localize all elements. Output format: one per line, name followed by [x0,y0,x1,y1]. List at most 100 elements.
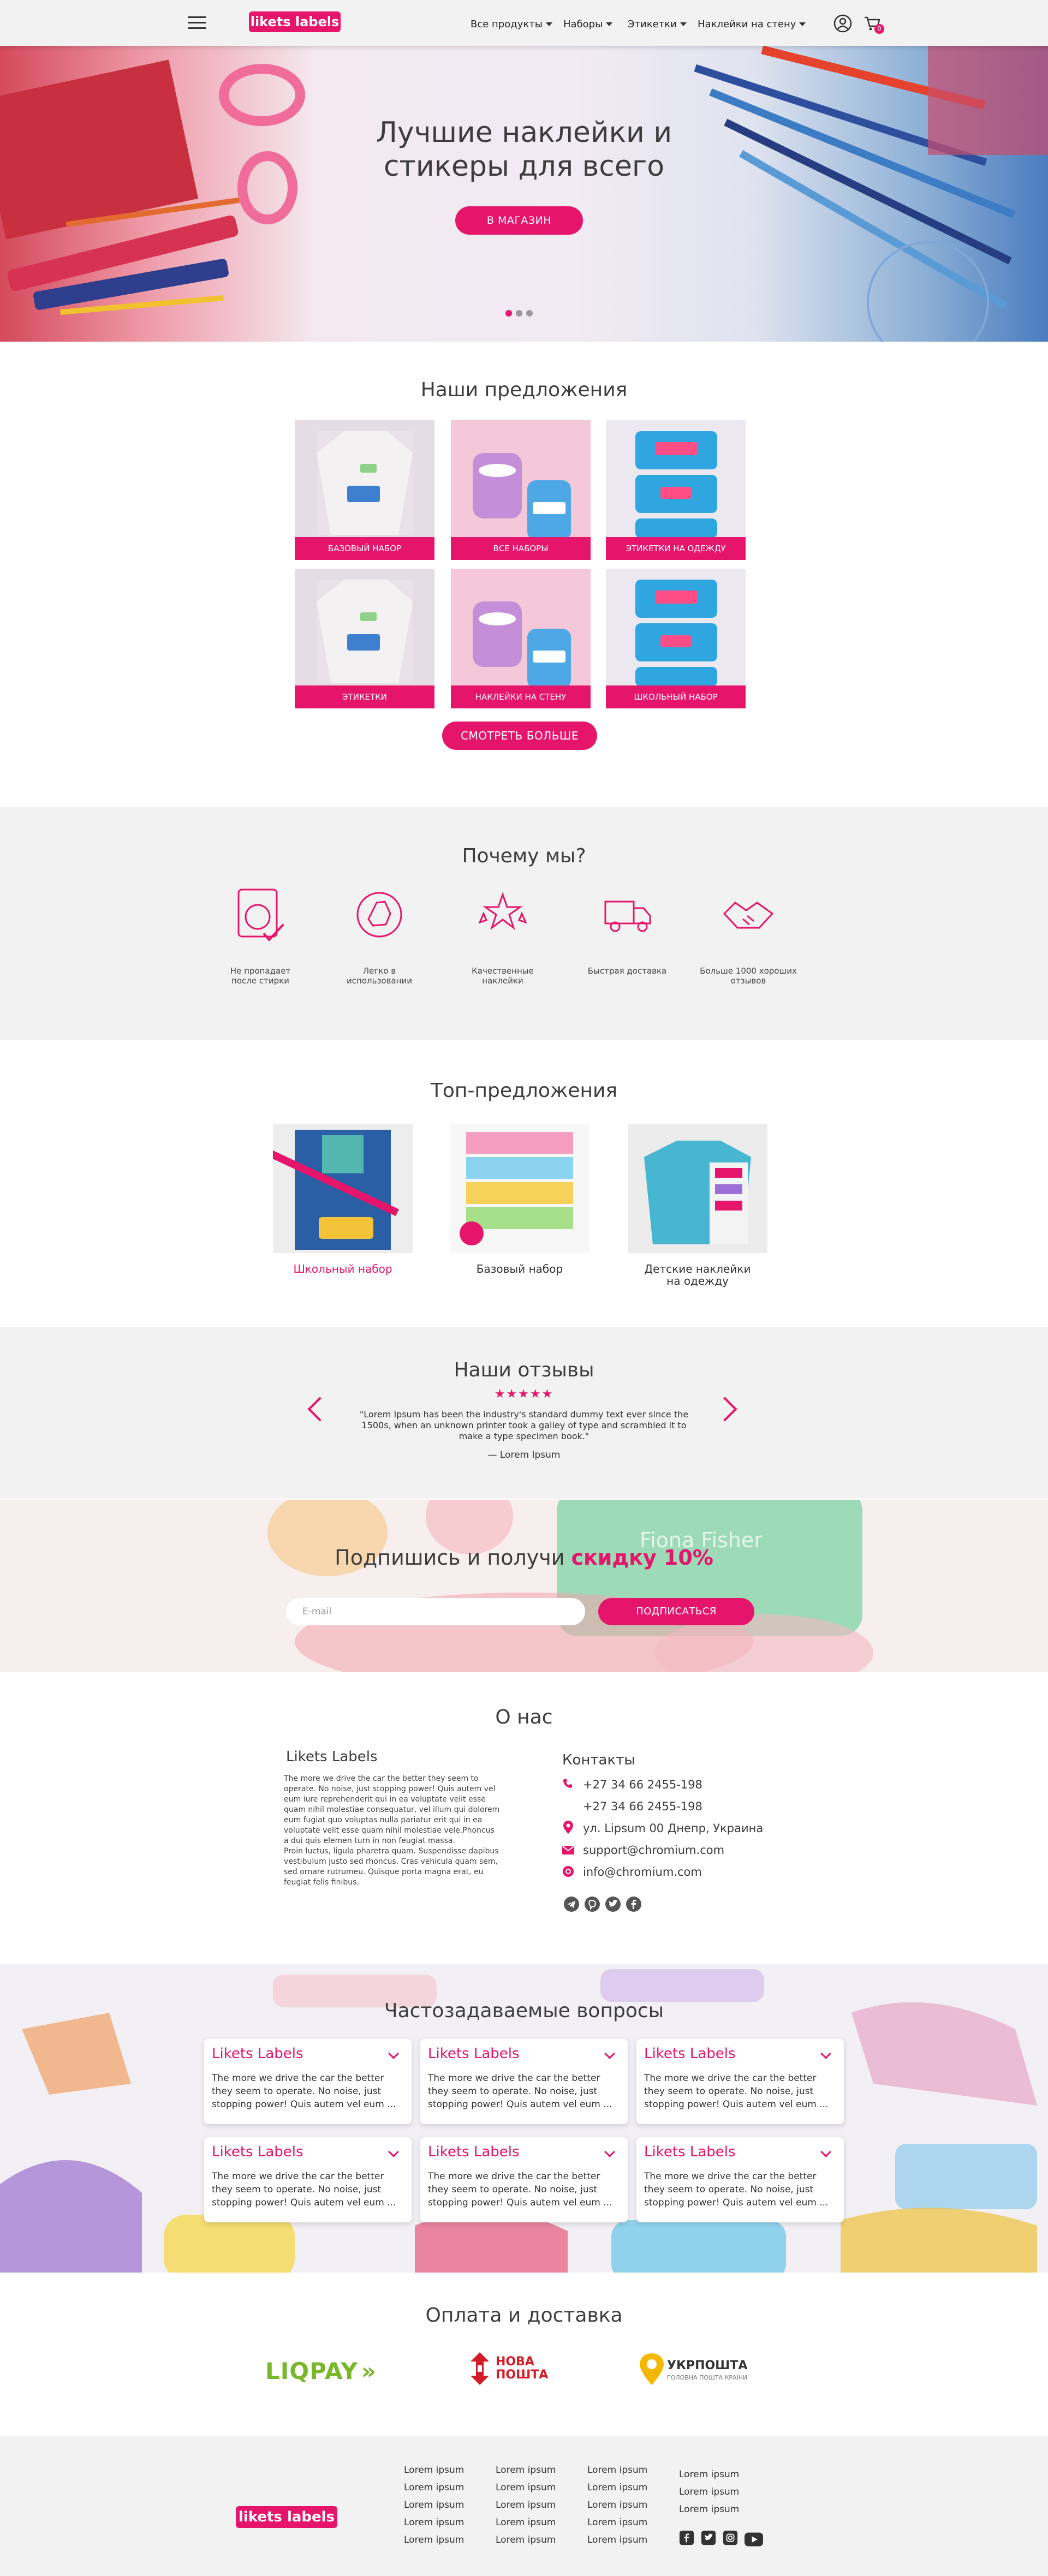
footer-link[interactable]: Lorem ipsum [496,2479,556,2496]
faq-answer-line: stopping power! Quis autem vel eum ... [428,2099,612,2110]
footer-link[interactable]: Lorem ipsum [404,2496,464,2514]
chevron-down-icon[interactable] [820,2048,831,2059]
faq-answer-line: The more we drive the car the better [644,2073,817,2084]
nav-wall-stickers[interactable]: Наклейки на стену [698,19,806,30]
footer-link[interactable]: Lorem ipsum [496,2461,556,2479]
footer-link[interactable]: Lorem ipsum [496,2496,556,2514]
faq-card[interactable]: Likets Labels The more we drive the car t… [636,2039,844,2124]
offer-card[interactable]: ЭТИКЕТКИ НА ОДЕЖДУ [606,420,746,560]
nav-sets[interactable]: Наборы [563,19,613,30]
footer-logo[interactable]: likets labels [236,2506,337,2528]
support-email[interactable]: support@chromium.com [583,1844,724,1857]
chevron-down-icon[interactable] [604,2146,615,2157]
footer-link[interactable]: Lorem ipsum [404,2479,464,2496]
nova-poshta-logo-icon [467,2352,492,2387]
footer-link[interactable]: Lorem ipsum [496,2514,556,2531]
faq-answer-line: they seem to operate. No noise, just [644,2086,814,2097]
faq-card[interactable]: Likets Labels The more we drive the car t… [204,2137,412,2222]
ukrposhta-tagline: ГОЛОВНА ПОШТА КРАЇНИ [667,2374,748,2381]
faq-answer-line: stopping power! Quis autem vel eum ... [212,2099,396,2110]
offers-title: Наши предложения [420,379,628,401]
viber-icon[interactable] [584,1896,600,1912]
shop-button[interactable]: В МАГАЗИН [455,206,583,235]
offer-card[interactable]: ВСЕ НАБОРЫ [451,420,591,560]
site-logo[interactable]: likets labels [249,11,341,32]
footer-link[interactable]: Lorem ipsum [679,2483,739,2501]
about-text-line: a dui quis elemen turn in non feugiat ma… [284,1836,455,1845]
ukrposhta-logo-icon [640,2353,664,2387]
phone-1[interactable]: +27 34 66 2455-198 [583,1778,702,1791]
footer-link[interactable]: Lorem ipsum [679,2466,739,2483]
top-offer-card[interactable] [628,1124,767,1253]
slide-dot-1[interactable] [505,310,512,317]
liqpay-logo: LIQPAY» [265,2358,377,2384]
top-offer-name[interactable]: Базовый набор [450,1263,590,1275]
top-offer-card[interactable] [273,1124,413,1253]
top-offers-title: Топ-предложения [430,1080,618,1102]
top-offer-card[interactable] [450,1124,590,1253]
twitter-icon[interactable] [701,2530,716,2545]
faq-card[interactable]: Likets Labels The more we drive the car t… [420,2039,628,2124]
why-us-label-line: после стирки [231,976,289,986]
faq-card[interactable]: Likets Labels The more we drive the car t… [636,2137,844,2222]
offer-label: НАКЛЕЙКИ НА СТЕНУ [451,685,591,708]
slide-dot-3[interactable] [526,310,533,317]
top-offer-name[interactable]: Детские наклейки на одежду [628,1263,767,1287]
footer-link[interactable]: Lorem ipsum [404,2461,464,2479]
subscribe-background-image [267,1500,873,1672]
faq-answer-line: stopping power! Quis autem vel eum ... [644,2197,829,2208]
facebook-icon[interactable] [626,1896,642,1912]
delivery-truck-icon [604,901,651,932]
footer-link[interactable]: Lorem ipsum [587,2479,647,2496]
nova-poshta-logo: НОВА ПОШТА [496,2355,549,2382]
subscribe-button[interactable]: ПОДПИСАТЬСЯ [598,1598,754,1625]
faq-answer: The more we drive the car the better they… [212,2072,404,2111]
footer-link[interactable]: Lorem ipsum [404,2531,464,2549]
top-offer-name-line: Детские наклейки [644,1262,751,1275]
instagram-icon[interactable] [723,2530,738,2545]
phone-2[interactable]: +27 34 66 2455-198 [583,1800,702,1813]
nav-all-products[interactable]: Все продукты [471,19,552,30]
footer-link[interactable]: Lorem ipsum [587,2531,647,2549]
offer-card[interactable]: ШКОЛЬНЫЙ НАБОР [606,569,746,708]
telegram-icon[interactable] [563,1896,580,1912]
menu-icon[interactable] [188,16,206,33]
chevron-down-icon[interactable] [820,2146,831,2157]
footer-link[interactable]: Lorem ipsum [679,2501,739,2518]
hero-stationery-image [0,46,1048,342]
footer-link[interactable]: Lorem ipsum [404,2514,464,2531]
faq-question: Likets Labels [644,2144,736,2160]
footer-link[interactable]: Lorem ipsum [496,2531,556,2549]
offer-card[interactable]: НАКЛЕЙКИ НА СТЕНУ [451,569,591,708]
chevron-down-icon[interactable] [604,2048,615,2059]
why-us-label-line: Больше 1000 хороших [700,966,797,976]
about-text: The more we drive the car the better the… [284,1774,513,1888]
top-offer-name[interactable]: Школьный набор [273,1263,413,1275]
chevron-down-icon[interactable] [388,2048,399,2059]
offer-card[interactable]: БАЗОВЫЙ НАБОР [295,420,434,560]
slide-dot-2[interactable] [516,310,522,317]
chevron-down-icon [606,22,613,26]
footer-link[interactable]: Lorem ipsum [587,2496,647,2514]
email-field[interactable]: E-mail [286,1598,585,1625]
twitter-icon[interactable] [605,1896,621,1912]
footer-link[interactable]: Lorem ipsum [587,2514,647,2531]
see-more-button[interactable]: СМОТРЕТЬ БОЛЬШЕ [442,721,597,750]
youtube-icon[interactable] [745,2530,763,2549]
faq-answer-line: they seem to operate. No noise, just [644,2184,814,2195]
faq-answer-line: they seem to operate. No noise, just [428,2184,598,2195]
about-text-line: sed ornare rutrumeu. Quisque porta magna… [284,1868,484,1876]
why-us-item-label: Быстрая доставка [570,966,684,976]
faq-card[interactable]: Likets Labels The more we drive the car t… [420,2137,628,2222]
faq-answer-line: The more we drive the car the better [212,2073,384,2084]
facebook-icon[interactable] [679,2530,694,2545]
offer-card[interactable]: ЭТИКЕТКИ [295,569,434,708]
faq-card[interactable]: Likets Labels The more we drive the car t… [204,2039,412,2124]
chevron-down-icon[interactable] [388,2146,399,2157]
faq-answer-line: they seem to operate. No noise, just [428,2086,598,2097]
info-email[interactable]: info@chromium.com [583,1865,702,1879]
faq-answer-line: The more we drive the car the better [644,2171,817,2182]
user-icon[interactable] [833,14,852,35]
footer-link[interactable]: Lorem ipsum [587,2461,647,2479]
nav-labels[interactable]: Этикетки [628,19,687,30]
